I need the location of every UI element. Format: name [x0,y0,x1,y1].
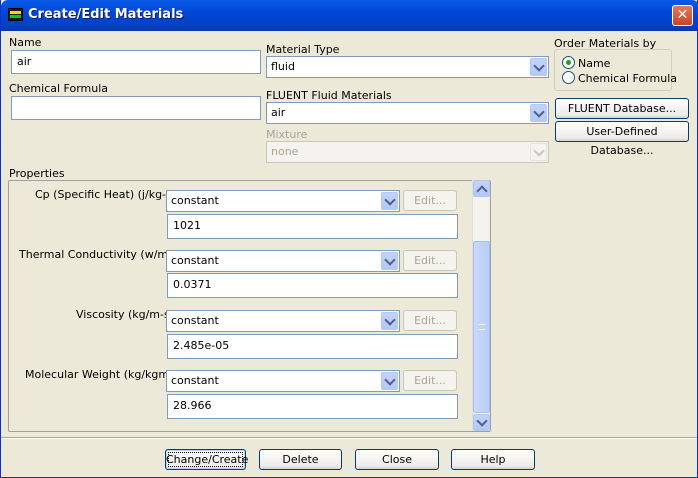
name-label: Name [9,36,42,49]
fluent-materials-value: air [271,106,286,119]
properties-scrollbar[interactable] [472,180,490,431]
chevron-down-icon [530,143,547,161]
delete-button[interactable]: Delete [259,449,342,470]
order-by-formula-radio[interactable] [562,71,575,84]
fluent-app-icon [8,8,23,21]
mixture-dropdown: none [266,141,549,163]
property-name: Molecular Weight (kg/kgmol) [25,368,184,381]
property-edit-button: Edit... [403,310,457,331]
scroll-down-icon[interactable] [473,414,490,431]
material-type-value: fluid [271,60,295,73]
chevron-down-icon[interactable] [530,104,547,122]
close-window-icon[interactable]: ✕ [672,5,693,26]
help-button[interactable]: Help [451,449,535,470]
material-type-label: Material Type [266,43,340,56]
change-create-button[interactable]: Change/Create [165,449,248,470]
title-bar[interactable]: Create/Edit Materials ✕ [1,0,698,31]
chevron-down-icon[interactable] [381,372,398,390]
property-edit-button: Edit... [403,370,457,391]
close-button[interactable]: Close [355,449,439,470]
scroll-thumb[interactable] [473,241,490,413]
create-edit-materials-dialog: Create/Edit Materials ✕ Name air Chemica… [0,0,698,478]
mixture-value: none [271,145,299,158]
property-edit-button: Edit... [403,250,457,271]
property-name: Thermal Conductivity (w/m-k) [19,248,183,261]
property-name: Viscosity (kg/m-s) [76,308,175,321]
fluent-materials-dropdown[interactable]: air [266,102,549,124]
chemical-formula-label: Chemical Formula [9,82,109,95]
properties-label: Properties [9,167,65,180]
property-method-dropdown[interactable]: constant [166,190,400,212]
mixture-label: Mixture [266,128,308,141]
property-method-value: constant [171,314,219,327]
order-by-formula-label[interactable]: Chemical Formula [578,72,677,85]
property-value-field[interactable]: 1021 [167,214,458,239]
property-method-dropdown[interactable]: constant [166,310,400,332]
chevron-down-icon[interactable] [530,58,547,76]
property-name: Cp (Specific Heat) (j/kg-k) [35,188,177,201]
property-method-value: constant [171,254,219,267]
property-method-value: constant [171,194,219,207]
property-method-dropdown[interactable]: constant [166,370,400,392]
order-by-name-label[interactable]: Name [578,57,610,70]
property-value-field[interactable]: 2.485e-05 [167,334,458,359]
fluent-database-button[interactable]: FLUENT Database... [555,98,689,119]
window-title: Create/Edit Materials [28,7,184,22]
divider-highlight [1,438,697,439]
user-defined-database-button[interactable]: User-Defined Database... [555,121,689,157]
chevron-down-icon[interactable] [381,312,398,330]
property-method-value: constant [171,374,219,387]
property-edit-button: Edit... [403,190,457,211]
chemical-formula-field[interactable] [11,96,261,120]
scroll-up-icon[interactable] [473,180,490,197]
material-type-dropdown[interactable]: fluid [266,56,549,78]
name-field[interactable]: air [11,50,261,74]
property-value-field[interactable]: 0.0371 [167,273,458,298]
fluent-materials-label: FLUENT Fluid Materials [266,89,392,102]
chevron-down-icon[interactable] [381,252,398,270]
chevron-down-icon[interactable] [381,192,398,210]
property-value-field[interactable]: 28.966 [167,394,458,419]
property-method-dropdown[interactable]: constant [166,250,400,272]
order-by-name-radio[interactable] [562,56,575,69]
